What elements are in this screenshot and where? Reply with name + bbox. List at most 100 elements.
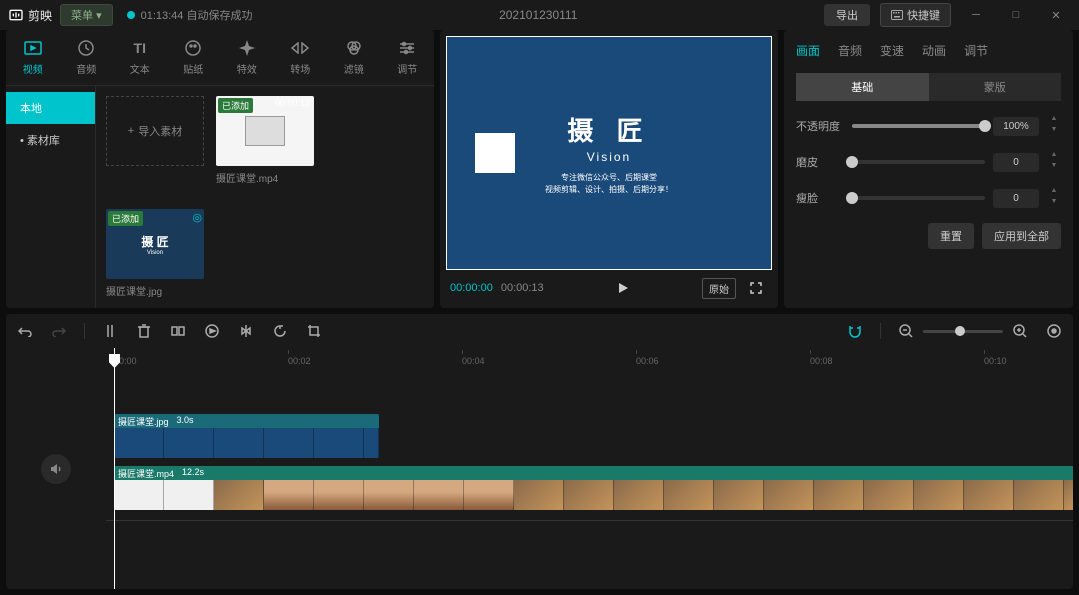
ruler-tick: 00:06 <box>636 356 659 366</box>
timeline-ruler[interactable]: 00:00 00:02 00:04 00:06 00:08 00:10 <box>106 348 1073 370</box>
properties-subtabs: 基础 蒙版 <box>796 73 1061 101</box>
smooth-slider[interactable] <box>852 160 985 164</box>
transition-icon <box>291 39 309 57</box>
tab-sticker[interactable]: 贴纸 <box>167 30 221 85</box>
slim-stepper[interactable]: ▲▼ <box>1047 187 1061 209</box>
media-sidebar: 本地 素材库 <box>6 86 96 308</box>
smooth-label: 磨皮 <box>796 154 844 170</box>
play-button[interactable] <box>611 276 635 300</box>
record-button[interactable] <box>203 322 221 340</box>
zoom-fit-button[interactable] <box>1045 322 1063 340</box>
media-content: +导入素材 已添加 00:00:13 摄匠课堂.mp4 已添加 ◎ 摄 匠Vis… <box>96 86 434 308</box>
timeline: 00:00 00:02 00:04 00:06 00:08 00:10 摄匠课堂… <box>6 348 1073 589</box>
media-panel: 视频 音频 TI文本 贴纸 特效 转场 滤镜 调节 本地 素材库 +导入素材 已… <box>6 30 434 308</box>
resize-handle-icon[interactable] <box>446 36 456 46</box>
redo-button[interactable] <box>50 322 68 340</box>
split-button[interactable] <box>101 322 119 340</box>
smooth-value[interactable]: 0 <box>993 153 1039 172</box>
timeline-track-header <box>6 348 106 589</box>
zoom-out-button[interactable] <box>897 322 915 340</box>
preview-panel: 摄 匠 Vision 专注微信公众号、后期课堂视频剪辑、设计、拍摄、后期分享！ … <box>440 30 778 308</box>
sidebar-item-library[interactable]: 素材库 <box>6 124 95 156</box>
save-status: 01:13:44 自动保存成功 <box>141 7 253 23</box>
zoom-control <box>897 322 1029 340</box>
delete-button[interactable] <box>135 322 153 340</box>
subtab-mask[interactable]: 蒙版 <box>929 73 1062 101</box>
freeze-button[interactable] <box>169 322 187 340</box>
plus-icon: + <box>128 125 134 137</box>
preview-canvas[interactable]: 摄 匠 Vision 专注微信公众号、后期课堂视频剪辑、设计、拍摄、后期分享！ <box>446 36 772 270</box>
ruler-tick: 00:10 <box>984 356 1007 366</box>
media-item[interactable]: 已添加 00:00:13 摄匠课堂.mp4 <box>216 96 314 185</box>
tab-speed[interactable]: 变速 <box>880 38 904 63</box>
apply-all-button[interactable]: 应用到全部 <box>982 223 1061 249</box>
tab-audio-prop[interactable]: 音频 <box>838 38 862 63</box>
tab-effects[interactable]: 特效 <box>220 30 274 85</box>
clip-name: 摄匠课堂.jpg <box>118 415 169 427</box>
tab-adjust[interactable]: 调节 <box>381 30 435 85</box>
maximize-button[interactable]: □ <box>1001 5 1031 25</box>
media-item[interactable]: 已添加 ◎ 摄 匠Vision 摄匠课堂.jpg <box>106 209 204 298</box>
smooth-stepper[interactable]: ▲▼ <box>1047 151 1061 173</box>
zoom-in-button[interactable] <box>1011 322 1029 340</box>
timeline-clip[interactable]: 摄匠课堂.mp4 12.2s <box>114 466 1073 510</box>
filter-icon <box>345 39 363 57</box>
mute-track-button[interactable] <box>41 454 71 484</box>
slim-value[interactable]: 0 <box>993 189 1039 208</box>
clip-duration: 12.2s <box>182 467 204 479</box>
aspect-ratio-button[interactable]: 原始 <box>702 278 736 299</box>
minimize-button[interactable]: ─ <box>961 5 991 25</box>
timeline-tracks-area[interactable]: 00:00 00:02 00:04 00:06 00:08 00:10 摄匠课堂… <box>106 348 1073 589</box>
clip-duration: 3.0s <box>177 415 194 427</box>
subtab-basic[interactable]: 基础 <box>796 73 929 101</box>
opacity-slider[interactable] <box>852 124 985 128</box>
playhead[interactable] <box>114 348 115 589</box>
save-indicator-icon <box>127 11 135 19</box>
fullscreen-button[interactable] <box>744 276 768 300</box>
tab-animation[interactable]: 动画 <box>922 38 946 63</box>
tab-transition[interactable]: 转场 <box>274 30 328 85</box>
sidebar-item-local[interactable]: 本地 <box>6 92 95 124</box>
ruler-tick: 00:02 <box>288 356 311 366</box>
tab-video[interactable]: 视频 <box>6 30 60 85</box>
opacity-value[interactable]: 100% <box>993 117 1039 136</box>
crop-button[interactable] <box>305 322 323 340</box>
import-media-button[interactable]: +导入素材 <box>106 96 204 166</box>
undo-button[interactable] <box>16 322 34 340</box>
text-icon: TI <box>131 39 149 57</box>
tab-adjust-prop[interactable]: 调节 <box>964 38 988 63</box>
tab-picture[interactable]: 画面 <box>796 38 820 63</box>
resize-handle-icon[interactable] <box>762 36 772 46</box>
menu-button[interactable]: 菜单 ▾ <box>60 4 113 26</box>
adjust-icon <box>398 39 416 57</box>
export-button[interactable]: 导出 <box>824 4 870 26</box>
tab-filter[interactable]: 滤镜 <box>327 30 381 85</box>
timeline-clip[interactable]: 摄匠课堂.jpg 3.0s <box>114 414 379 458</box>
video-icon <box>24 39 42 57</box>
clip-name: 摄匠课堂.mp4 <box>118 467 174 479</box>
mirror-button[interactable] <box>237 322 255 340</box>
shortcut-button[interactable]: 快捷键 <box>880 3 951 27</box>
resize-handle-icon[interactable] <box>446 260 456 270</box>
timeline-toolbar <box>6 314 1073 348</box>
ruler-tick: 00:08 <box>810 356 833 366</box>
close-button[interactable]: ✕ <box>1041 5 1071 25</box>
magnet-button[interactable] <box>846 322 864 340</box>
resize-handle-icon[interactable] <box>762 260 772 270</box>
opacity-label: 不透明度 <box>796 118 844 134</box>
effects-icon <box>238 39 256 57</box>
qr-code-icon <box>475 133 515 173</box>
opacity-stepper[interactable]: ▲▼ <box>1047 115 1061 137</box>
zoom-slider[interactable] <box>923 330 1003 333</box>
media-filename: 摄匠课堂.jpg <box>106 283 204 298</box>
tab-text[interactable]: TI文本 <box>113 30 167 85</box>
reset-button[interactable]: 重置 <box>928 223 974 249</box>
rotate-button[interactable] <box>271 322 289 340</box>
app-logo-icon <box>8 7 24 23</box>
total-duration: 00:00:13 <box>501 282 544 294</box>
slim-slider[interactable] <box>852 196 985 200</box>
preview-content: 摄 匠 Vision 专注微信公众号、后期课堂视频剪辑、设计、拍摄、后期分享！ <box>545 111 673 196</box>
current-time: 00:00:00 <box>450 282 493 294</box>
tab-audio[interactable]: 音频 <box>60 30 114 85</box>
ruler-tick: 00:04 <box>462 356 485 366</box>
